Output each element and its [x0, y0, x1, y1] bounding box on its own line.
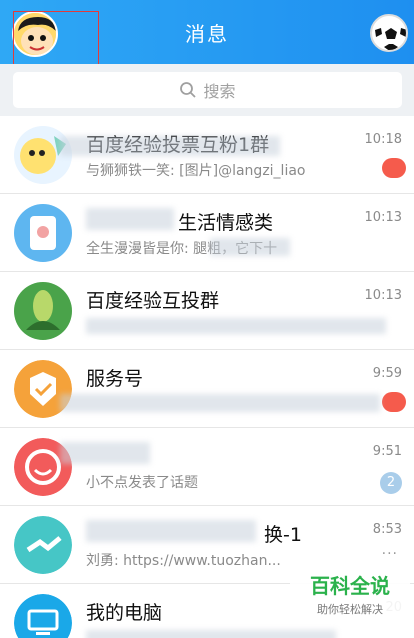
- blur-mask: [60, 394, 380, 412]
- chat-preview: 刘勇: https://www.tuozhan...: [86, 553, 281, 569]
- blur-mask: [60, 442, 150, 464]
- unread-count-badge: 2: [380, 472, 402, 494]
- watermark: 百科全说 助你轻松解决: [290, 570, 410, 620]
- watermark-subtitle: 助你轻松解决: [317, 603, 383, 616]
- blur-mask: [86, 630, 336, 638]
- watermark-title: 百科全说: [310, 574, 390, 598]
- blur-mask: [86, 318, 386, 334]
- page-title: 消息: [185, 22, 229, 46]
- computer-avatar-icon: [14, 594, 72, 638]
- more-icon[interactable]: ···: [382, 546, 398, 562]
- search-area: 搜索: [0, 64, 414, 116]
- message-row[interactable]: 百度经验互投群 10:13: [0, 272, 414, 350]
- chat-preview: 小不点发表了话题: [86, 475, 198, 491]
- soccer-ball-icon[interactable]: [370, 14, 408, 52]
- message-row[interactable]: 小不点发表了话题 9:51 2: [0, 428, 414, 506]
- message-list: 百度经验投票互粉1群 与狮狮铁一笑: [图片]@langzi_liao 10:1…: [0, 116, 414, 638]
- chat-name: 换-1: [264, 524, 302, 546]
- chat-time: 10:13: [364, 288, 402, 303]
- search-icon: [180, 82, 197, 98]
- message-row[interactable]: 服务号 9:59: [0, 350, 414, 428]
- chat-name: 百度经验互投群: [86, 290, 220, 312]
- blur-mask: [86, 520, 256, 542]
- chat-time: 9:51: [372, 444, 402, 459]
- chat-time: 9:59: [372, 366, 402, 381]
- chat-time: 10:13: [364, 210, 402, 225]
- chat-name: 我的电脑: [86, 602, 163, 624]
- unread-badge: [382, 158, 406, 178]
- blur-mask: [210, 238, 290, 256]
- top-bar: 消息: [0, 0, 414, 64]
- chat-time: 8:53: [372, 522, 402, 537]
- chat-avatar-icon: [14, 204, 72, 262]
- chat-avatar-icon: [14, 516, 72, 574]
- unread-badge: [382, 392, 406, 412]
- chat-avatar-icon: [14, 282, 72, 340]
- search-input[interactable]: 搜索: [13, 72, 402, 108]
- chat-name: 生活情感类: [178, 212, 274, 234]
- message-row[interactable]: 生活情感类 全生漫漫皆是你: 腿粗，它下十 10:13: [0, 194, 414, 272]
- chat-preview: 与狮狮铁一笑: [图片]@langzi_liao: [86, 163, 306, 179]
- message-row[interactable]: 百度经验投票互粉1群 与狮狮铁一笑: [图片]@langzi_liao 10:1…: [0, 116, 414, 194]
- search-placeholder: 搜索: [203, 82, 236, 101]
- chat-name: 服务号: [86, 368, 144, 390]
- chat-time: 10:18: [364, 132, 402, 147]
- blur-mask: [86, 208, 174, 230]
- blur-mask: [60, 136, 280, 156]
